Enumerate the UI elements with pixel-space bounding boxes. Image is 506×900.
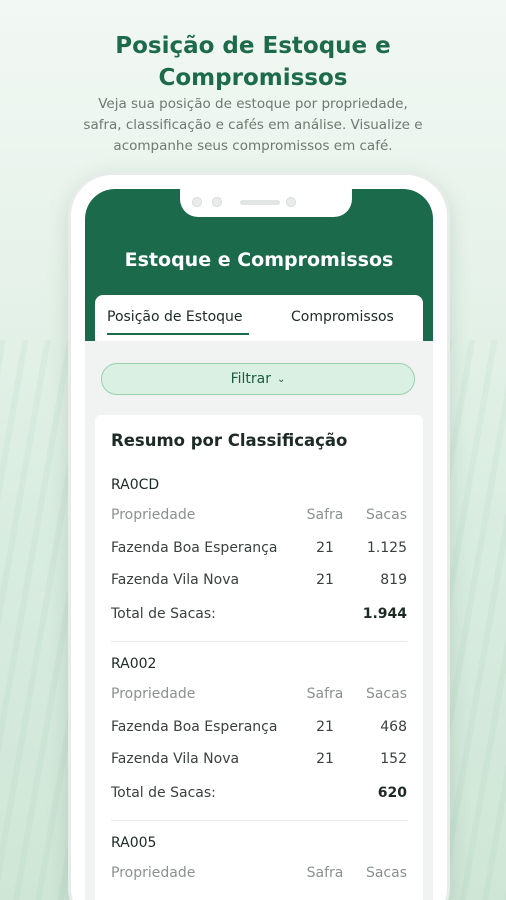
cell-safra: 21	[316, 540, 334, 556]
filter-button-label: Filtrar	[230, 371, 271, 387]
phone-screen: Estoque e Compromissos Posição de Estoqu…	[85, 189, 433, 900]
classification-code: RA005	[111, 835, 157, 851]
speaker-icon	[240, 200, 280, 205]
cell-sacas: 819	[380, 572, 407, 588]
column-header-propriedade: Propriedade	[111, 686, 196, 702]
cell-propriedade: Fazenda Vila Nova	[111, 751, 240, 767]
phone-notch	[180, 189, 352, 217]
camera-icon	[286, 197, 296, 207]
promo-subtitle: Veja sua posição de estoque por propried…	[60, 94, 446, 157]
summary-card: Resumo por Classificação RA0CD Proprieda…	[95, 415, 423, 900]
cell-propriedade: Fazenda Boa Esperança	[111, 540, 278, 556]
column-header-sacas: Sacas	[365, 865, 407, 881]
total-value: 620	[377, 785, 407, 801]
cell-sacas: 152	[380, 751, 407, 767]
tab-bar: Posição de Estoque Compromissos	[95, 295, 423, 341]
column-header-sacas: Sacas	[365, 507, 407, 523]
tab-posicao-de-estoque[interactable]: Posição de Estoque	[107, 309, 243, 325]
promo-title-line-1: Posição de Estoque e	[115, 33, 391, 59]
total-value: 1.944	[362, 606, 407, 622]
cell-sacas: 1.125	[366, 540, 407, 556]
section-divider	[111, 820, 407, 821]
table-row: Fazenda Boa Esperança 21 468	[111, 719, 407, 739]
promo-subtitle-line-3: acompanhe seus compromissos em café.	[113, 138, 393, 154]
column-header-safra: Safra	[306, 686, 344, 702]
tab-compromissos[interactable]: Compromissos	[291, 309, 394, 325]
promo-subtitle-line-1: Veja sua posição de estoque por propried…	[98, 96, 408, 112]
cell-sacas: 468	[380, 719, 407, 735]
column-header-propriedade: Propriedade	[111, 507, 196, 523]
sensor-icon	[192, 197, 202, 207]
filter-button[interactable]: Filtrar ⌄	[101, 363, 415, 395]
total-label: Total de Sacas:	[111, 785, 216, 801]
total-label: Total de Sacas:	[111, 606, 216, 622]
table-header-row: Propriedade Safra Sacas	[111, 865, 407, 885]
cell-propriedade: Fazenda Boa Esperança	[111, 719, 278, 735]
column-header-safra: Safra	[306, 507, 344, 523]
cell-safra: 21	[316, 719, 334, 735]
phone-frame: Estoque e Compromissos Posição de Estoqu…	[68, 172, 450, 900]
promo-title-line-2: Compromissos	[158, 65, 348, 91]
promo-subtitle-line-2: safra, classificação e cafés em análise.…	[83, 117, 423, 133]
cell-propriedade: Fazenda Vila Nova	[111, 572, 240, 588]
total-row: Total de Sacas: 620	[111, 785, 407, 805]
table-header-row: Propriedade Safra Sacas	[111, 507, 407, 527]
active-tab-indicator	[107, 333, 249, 335]
sensor-icon	[212, 197, 222, 207]
app-header: Estoque e Compromissos Posição de Estoqu…	[85, 189, 433, 341]
app-title: Estoque e Compromissos	[124, 249, 394, 271]
promo-title: Posição de Estoque e Compromissos	[0, 30, 506, 94]
classification-code: RA002	[111, 656, 157, 672]
classification-code: RA0CD	[111, 477, 160, 493]
column-header-safra: Safra	[306, 865, 344, 881]
table-row: Fazenda Vila Nova 21 152	[111, 751, 407, 771]
chevron-down-icon: ⌄	[277, 373, 286, 385]
card-title: Resumo por Classificação	[111, 431, 348, 450]
table-header-row: Propriedade Safra Sacas	[111, 686, 407, 706]
cell-safra: 21	[316, 572, 334, 588]
table-row: Fazenda Boa Esperança 21 1.125	[111, 540, 407, 560]
total-row: Total de Sacas: 1.944	[111, 606, 407, 626]
column-header-sacas: Sacas	[365, 686, 407, 702]
section-divider	[111, 641, 407, 642]
cell-safra: 21	[316, 751, 334, 767]
column-header-propriedade: Propriedade	[111, 865, 196, 881]
table-row: Fazenda Vila Nova 21 819	[111, 572, 407, 592]
